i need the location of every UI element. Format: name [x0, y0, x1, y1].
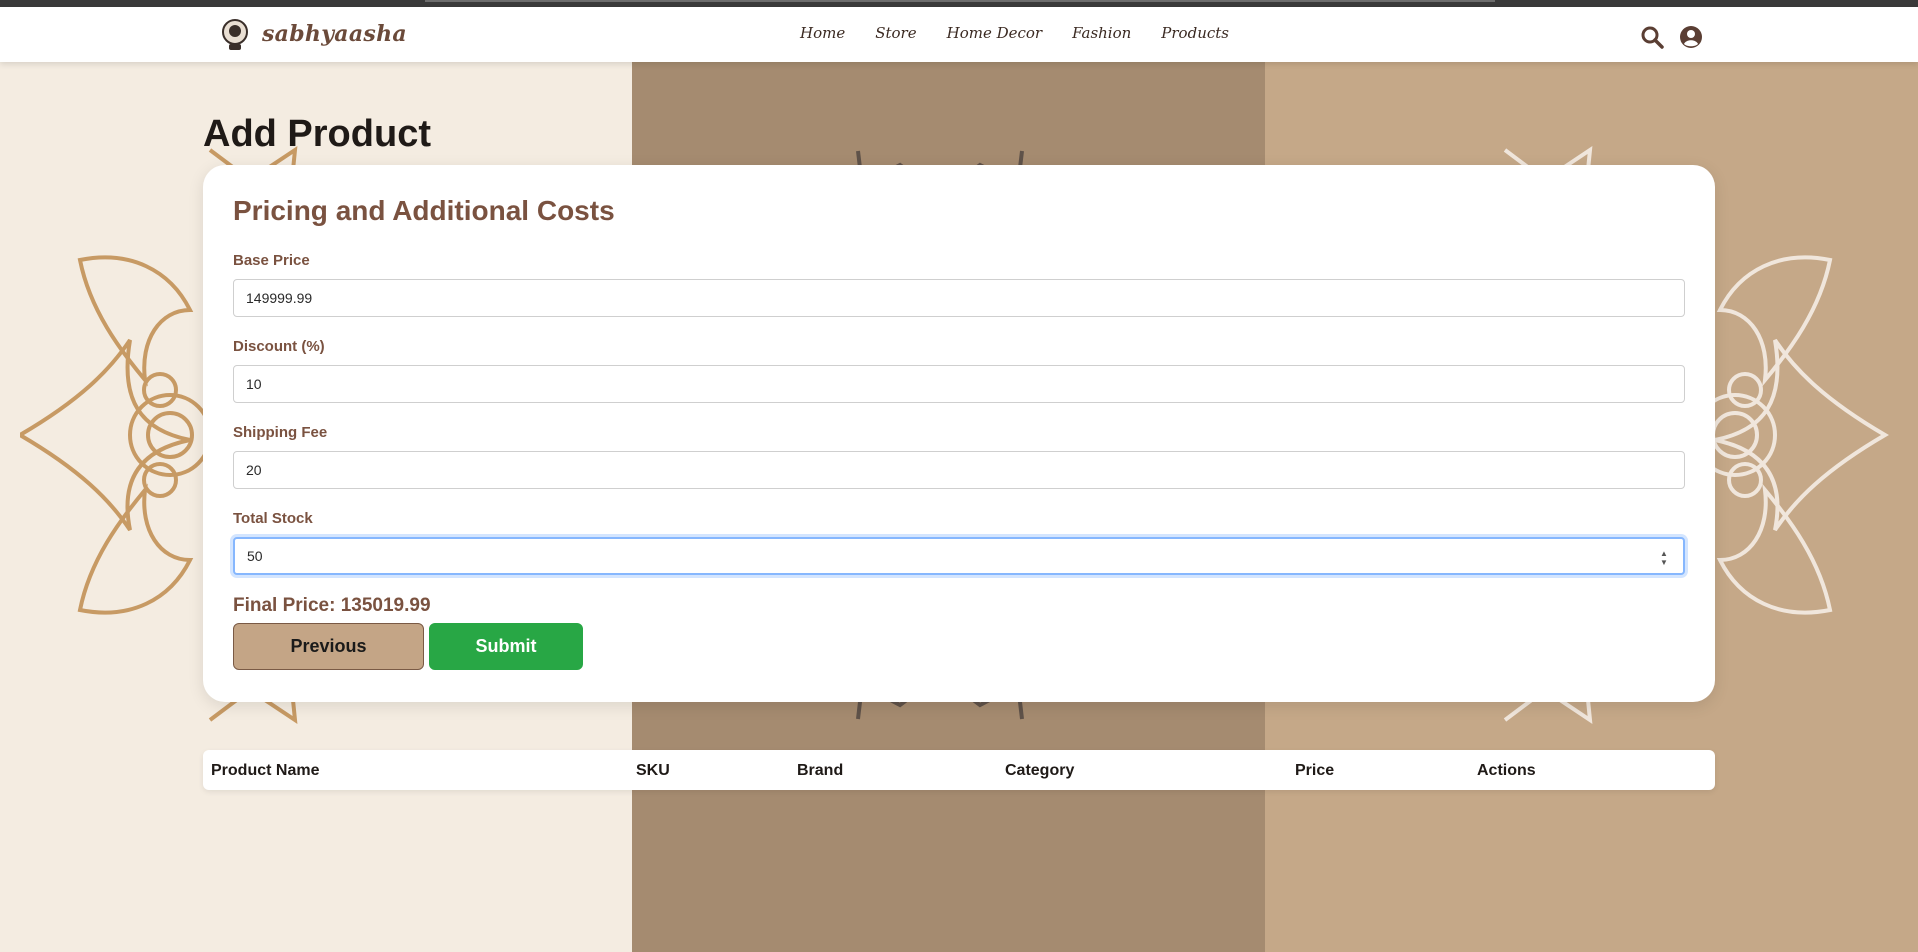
column-header-brand: Brand	[797, 762, 844, 779]
total-stock-input[interactable]	[233, 537, 1685, 575]
user-circle-icon[interactable]	[1679, 25, 1703, 49]
column-header-product-name: Product Name	[211, 762, 320, 779]
nav-home[interactable]: Home	[800, 24, 845, 42]
stepper-down-icon[interactable]: ▼	[1660, 558, 1668, 567]
nav-fashion[interactable]: Fashion	[1072, 24, 1131, 42]
browser-top-edge	[0, 0, 1918, 7]
nav-store[interactable]: Store	[875, 24, 916, 42]
browser-tab-highlight	[425, 0, 1495, 2]
previous-button[interactable]: Previous	[233, 623, 424, 670]
column-header-sku: SKU	[636, 762, 670, 779]
pricing-form-card: Pricing and Additional Costs Base Price …	[203, 165, 1715, 702]
shipping-fee-label: Shipping Fee	[233, 424, 328, 441]
search-icon[interactable]	[1640, 25, 1664, 49]
products-table-header: Product Name SKU Brand Category Price Ac…	[203, 750, 1715, 790]
discount-input[interactable]	[233, 365, 1685, 403]
base-price-label: Base Price	[233, 252, 310, 269]
column-header-actions: Actions	[1477, 762, 1536, 779]
stock-stepper-arrows[interactable]: ▲ ▼	[1656, 546, 1672, 570]
page-title: Add Product	[203, 113, 431, 155]
nav-products[interactable]: Products	[1161, 24, 1229, 42]
brand-name[interactable]: sabhyaasha	[262, 21, 407, 47]
discount-label: Discount (%)	[233, 338, 325, 355]
final-price: Final Price: 135019.99	[233, 595, 431, 616]
nav-home-decor[interactable]: Home Decor	[947, 24, 1043, 42]
brand-logo-icon[interactable]	[220, 18, 250, 52]
submit-button[interactable]: Submit	[429, 623, 583, 670]
stepper-up-icon[interactable]: ▲	[1660, 549, 1668, 558]
column-header-price: Price	[1295, 762, 1335, 779]
base-price-input[interactable]	[233, 279, 1685, 317]
main-nav: Home Store Home Decor Fashion Products	[800, 24, 1229, 42]
site-header: sabhyaasha Home Store Home Decor Fashion…	[0, 7, 1918, 62]
total-stock-label: Total Stock	[233, 510, 313, 527]
section-title: Pricing and Additional Costs	[233, 195, 615, 226]
column-header-category: Category	[1005, 762, 1075, 779]
shipping-fee-input[interactable]	[233, 451, 1685, 489]
